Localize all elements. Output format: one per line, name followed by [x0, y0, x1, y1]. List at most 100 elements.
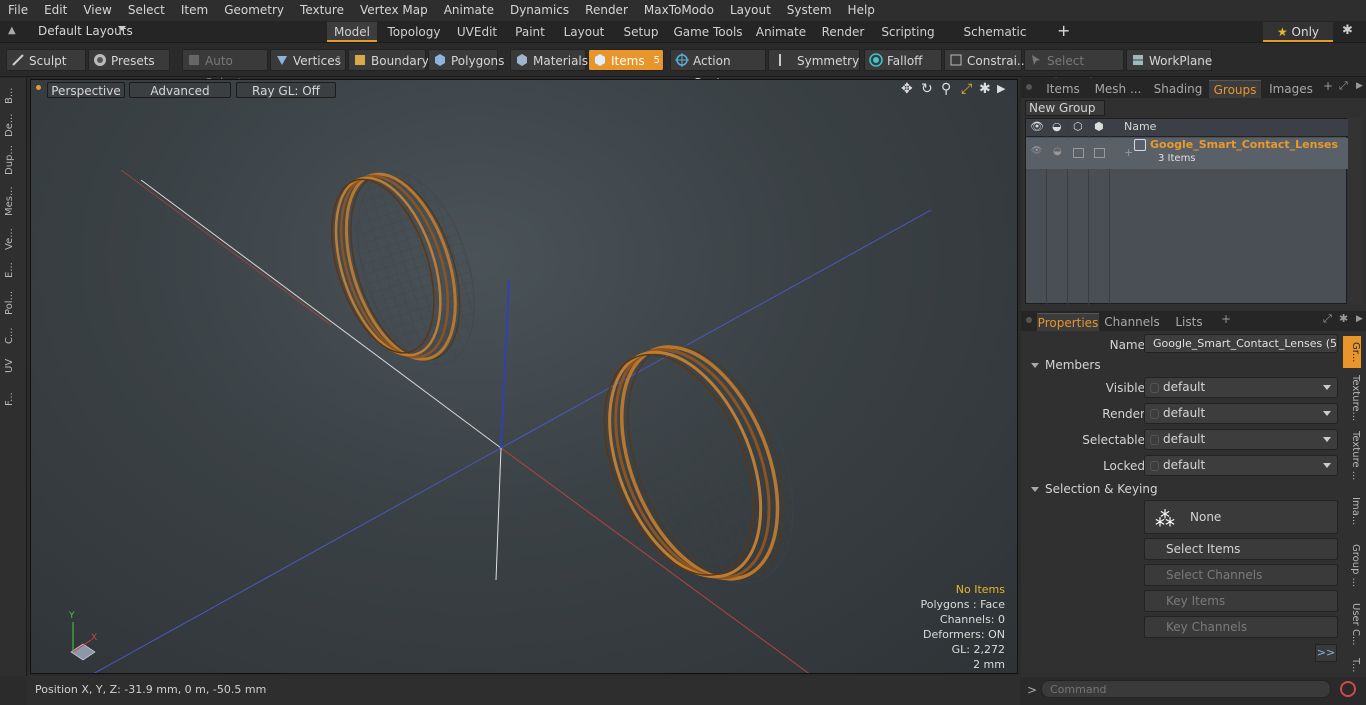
panel-menu-dot[interactable]	[1026, 317, 1032, 323]
layout-tab[interactable]: Paint	[507, 22, 553, 42]
menu-item[interactable]: Item	[173, 0, 216, 21]
menu-item[interactable]: Geometry	[216, 0, 292, 21]
workplane-button[interactable]: WorkPlane	[1126, 49, 1212, 71]
layout-tab[interactable]: Setup	[616, 22, 666, 42]
select-channels-button[interactable]: Select Channels	[1144, 564, 1338, 586]
menu-item[interactable]: Vertex Map	[352, 0, 436, 21]
materials-button[interactable]: Materials	[510, 49, 588, 71]
right-tab[interactable]: Group ...	[1343, 538, 1361, 594]
row-select-checkbox[interactable]	[1094, 148, 1105, 158]
prop-expand-icon[interactable]: ⤢	[1323, 312, 1332, 326]
panel-tab[interactable]: Groups	[1209, 80, 1261, 98]
right-tab[interactable]: Ima...	[1343, 486, 1361, 536]
presets-button[interactable]: Presets	[88, 49, 170, 71]
menu-item[interactable]: Render	[577, 0, 636, 21]
selection-keying-section[interactable]: Selection & Keying	[1031, 482, 1158, 496]
layout-tab[interactable]: UVEdit	[452, 22, 502, 42]
menu-item[interactable]: Select	[120, 0, 173, 21]
polygons-button[interactable]: Polygons	[428, 49, 504, 71]
menu-item[interactable]: System	[779, 0, 840, 21]
right-tab[interactable]: Gr...	[1343, 336, 1361, 368]
chevron-down-icon[interactable]	[118, 26, 126, 31]
properties-tab[interactable]: Properties	[1037, 313, 1099, 331]
key-items-button[interactable]: Key Items	[1144, 590, 1338, 612]
key-channels-button[interactable]: Key Channels	[1144, 616, 1338, 638]
right-tab[interactable]: T...	[1343, 654, 1361, 676]
properties-tab[interactable]: Lists	[1163, 313, 1215, 331]
panel-tab[interactable]: Images	[1267, 80, 1315, 98]
layout-tab[interactable]: Scripting	[874, 22, 942, 42]
panel-menu-dot[interactable]	[1026, 84, 1032, 90]
right-tab[interactable]: Texture ...	[1343, 428, 1361, 484]
3d-viewport[interactable]: Perspective Advanced Ray GL: Off ✥ ↻ ⚲ ⤢…	[30, 79, 1018, 674]
eye-icon[interactable]: 👁	[1030, 120, 1044, 133]
panel-next-icon[interactable]: ▶	[1356, 81, 1363, 91]
symmetry-button[interactable]: Symmetry	[768, 49, 860, 71]
add-tab-button[interactable]: +	[1057, 21, 1070, 40]
layout-tab[interactable]: Topology	[380, 22, 448, 42]
select-through-button[interactable]: Select Through	[1024, 49, 1124, 90]
menu-item[interactable]: Edit	[36, 0, 75, 21]
left-tab[interactable]: UV	[4, 354, 22, 378]
left-tab[interactable]: Mes...	[4, 182, 22, 220]
expand-icon[interactable]: +	[1124, 146, 1133, 159]
row-eye-icon[interactable]: 👁	[1031, 146, 1042, 156]
layout-tab[interactable]: Schematic Fusion	[946, 22, 1044, 59]
action-center-button[interactable]: Action Center	[670, 49, 766, 90]
none-button[interactable]: ⁂ None	[1144, 500, 1338, 534]
vertices-button[interactable]: Vertices 1	[270, 49, 346, 71]
render-col-icon[interactable]: ◒	[1052, 120, 1062, 133]
gear-icon[interactable]: ✱	[1342, 23, 1353, 38]
sculpt-button[interactable]: Sculpt	[6, 49, 86, 71]
panel-tab[interactable]: Items	[1041, 80, 1085, 98]
table-row[interactable]: 👁 ◒ + Google_Smart_Contact_Lenses 3 Item…	[1026, 138, 1348, 169]
groups-scrollbar[interactable]	[1348, 118, 1362, 304]
left-tab[interactable]: Dup...	[4, 144, 22, 176]
record-icon[interactable]	[1340, 681, 1356, 697]
prop-gear-icon[interactable]: ✱	[1339, 312, 1348, 325]
layout-tab[interactable]: Model	[327, 22, 377, 42]
panel-expand-icon[interactable]: ⤢	[1339, 79, 1348, 93]
add-panel-tab-icon[interactable]: +	[1323, 79, 1333, 93]
layout-tab[interactable]: Game Tools	[670, 22, 746, 42]
new-group-button[interactable]: New Group	[1025, 100, 1105, 116]
panel-tab[interactable]: Mesh ...	[1091, 80, 1145, 98]
menu-item[interactable]: Animate	[436, 0, 502, 21]
panel-tab[interactable]: Shading	[1153, 80, 1203, 98]
layout-tab[interactable]: Render	[816, 22, 870, 42]
add-prop-tab-icon[interactable]: +	[1221, 312, 1231, 326]
row-render-icon[interactable]: ◒	[1053, 146, 1062, 157]
select-items-button[interactable]: Select Items	[1144, 538, 1338, 560]
layout-tab[interactable]: Animate	[750, 22, 812, 42]
only-button[interactable]: ★ Only	[1263, 22, 1333, 42]
menu-item[interactable]: File	[0, 0, 36, 21]
menu-item[interactable]: Texture	[292, 0, 352, 21]
name-column-header[interactable]: Name	[1124, 120, 1156, 133]
row-lock-checkbox[interactable]	[1073, 148, 1084, 158]
items-button[interactable]: Items 5	[588, 49, 664, 71]
left-tab[interactable]: De...	[4, 110, 22, 140]
auto-select-button[interactable]: Auto Select	[182, 49, 268, 90]
lock-col-icon[interactable]: ⬡	[1073, 120, 1083, 133]
render-dropdown[interactable]: default	[1144, 403, 1338, 424]
name-field[interactable]	[1144, 334, 1338, 353]
select-col-icon[interactable]: ⬢	[1094, 120, 1104, 133]
menu-item[interactable]: Layout	[722, 0, 779, 21]
falloff-button[interactable]: Falloff	[864, 49, 942, 71]
visible-dropdown[interactable]: default	[1144, 377, 1338, 398]
right-tab[interactable]: User C...	[1343, 596, 1361, 652]
menu-item[interactable]: View	[75, 0, 119, 21]
prop-next-icon[interactable]: ▶	[1356, 314, 1363, 324]
properties-tab[interactable]: Channels	[1103, 313, 1161, 331]
left-tab[interactable]: E...	[4, 258, 22, 282]
locked-dropdown[interactable]: default	[1144, 455, 1338, 476]
constraints-button[interactable]: Constrai...	[944, 49, 1028, 71]
layout-up-icon[interactable]: ▲	[8, 25, 16, 36]
left-tab[interactable]: C...	[4, 324, 22, 348]
more-button[interactable]: >>	[1315, 644, 1337, 662]
left-tab[interactable]: F...	[4, 384, 22, 414]
members-section[interactable]: Members	[1031, 358, 1101, 372]
selectable-dropdown[interactable]: default	[1144, 429, 1338, 450]
left-tab[interactable]: Pol...	[4, 288, 22, 318]
group-name[interactable]: Google_Smart_Contact_Lenses	[1150, 138, 1338, 151]
